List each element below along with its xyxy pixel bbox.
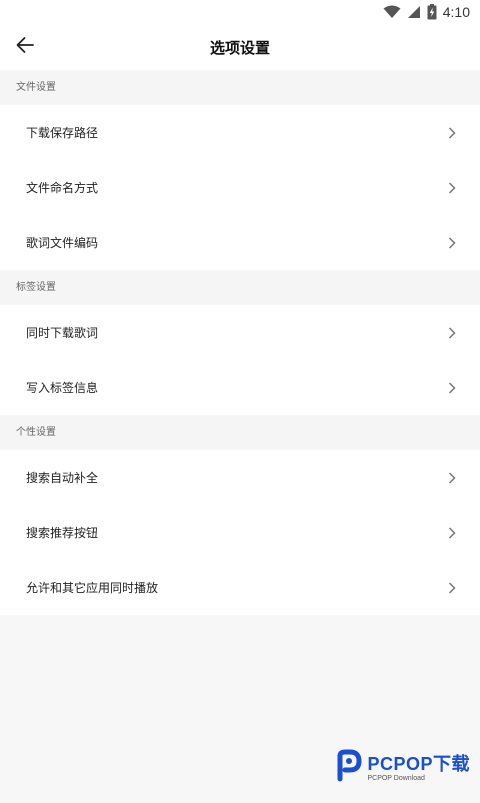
battery-icon [427, 4, 437, 20]
list-item-download-lyrics[interactable]: 同时下载歌词 [0, 305, 480, 360]
settings-list: 同时下载歌词 写入标签信息 [0, 305, 480, 415]
arrow-left-icon [15, 36, 35, 58]
list-item-write-tags[interactable]: 写入标签信息 [0, 360, 480, 415]
list-item-allow-concurrent-play[interactable]: 允许和其它应用同时播放 [0, 560, 480, 615]
back-button[interactable] [8, 30, 42, 64]
settings-list: 下载保存路径 文件命名方式 歌词文件编码 [0, 105, 480, 270]
chevron-right-icon [448, 581, 456, 594]
list-item-lyrics-encoding[interactable]: 歌词文件编码 [0, 215, 480, 270]
chevron-right-icon [448, 181, 456, 194]
list-item-label: 搜索推荐按钮 [26, 526, 99, 540]
settings-list: 搜索自动补全 搜索推荐按钮 允许和其它应用同时播放 [0, 450, 480, 615]
status-bar: 4:10 [0, 0, 480, 24]
chevron-right-icon [448, 381, 456, 394]
page-title: 选项设置 [209, 38, 270, 57]
chevron-right-icon [448, 126, 456, 139]
list-item-label: 写入标签信息 [26, 381, 99, 395]
list-item-label: 允许和其它应用同时播放 [26, 581, 159, 595]
list-item-search-recommend[interactable]: 搜索推荐按钮 [0, 505, 480, 560]
watermark-brand: PCPOP下载 [367, 753, 470, 774]
list-item-download-path[interactable]: 下载保存路径 [0, 105, 480, 160]
list-item-label: 搜索自动补全 [26, 471, 99, 485]
signal-icon [407, 5, 421, 19]
section-tag-settings: 标签设置 同时下载歌词 写入标签信息 [0, 270, 480, 415]
chevron-right-icon [448, 526, 456, 539]
watermark: PCPOP下载 PCPOP Download [331, 749, 470, 787]
list-item-label: 文件命名方式 [26, 181, 99, 195]
chevron-right-icon [448, 326, 456, 339]
list-item-search-autocomplete[interactable]: 搜索自动补全 [0, 450, 480, 505]
app-bar: 选项设置 [0, 24, 480, 70]
list-item-label: 同时下载歌词 [26, 326, 99, 340]
list-item-file-naming[interactable]: 文件命名方式 [0, 160, 480, 215]
chevron-right-icon [448, 471, 456, 484]
section-file-settings: 文件设置 下载保存路径 文件命名方式 歌词文件编码 [0, 70, 480, 270]
list-item-label: 歌词文件编码 [26, 236, 99, 250]
chevron-right-icon [448, 236, 456, 249]
status-time: 4:10 [442, 4, 470, 20]
wifi-icon [383, 5, 401, 19]
section-header: 标签设置 [0, 270, 480, 305]
section-personal-settings: 个性设置 搜索自动补全 搜索推荐按钮 允许和其它应用同时播放 [0, 415, 480, 615]
section-header: 文件设置 [0, 70, 480, 105]
section-header: 个性设置 [0, 415, 480, 450]
watermark-sub: PCPOP Download [367, 774, 425, 782]
pcpop-logo-icon [331, 749, 363, 787]
list-item-label: 下载保存路径 [26, 126, 99, 140]
